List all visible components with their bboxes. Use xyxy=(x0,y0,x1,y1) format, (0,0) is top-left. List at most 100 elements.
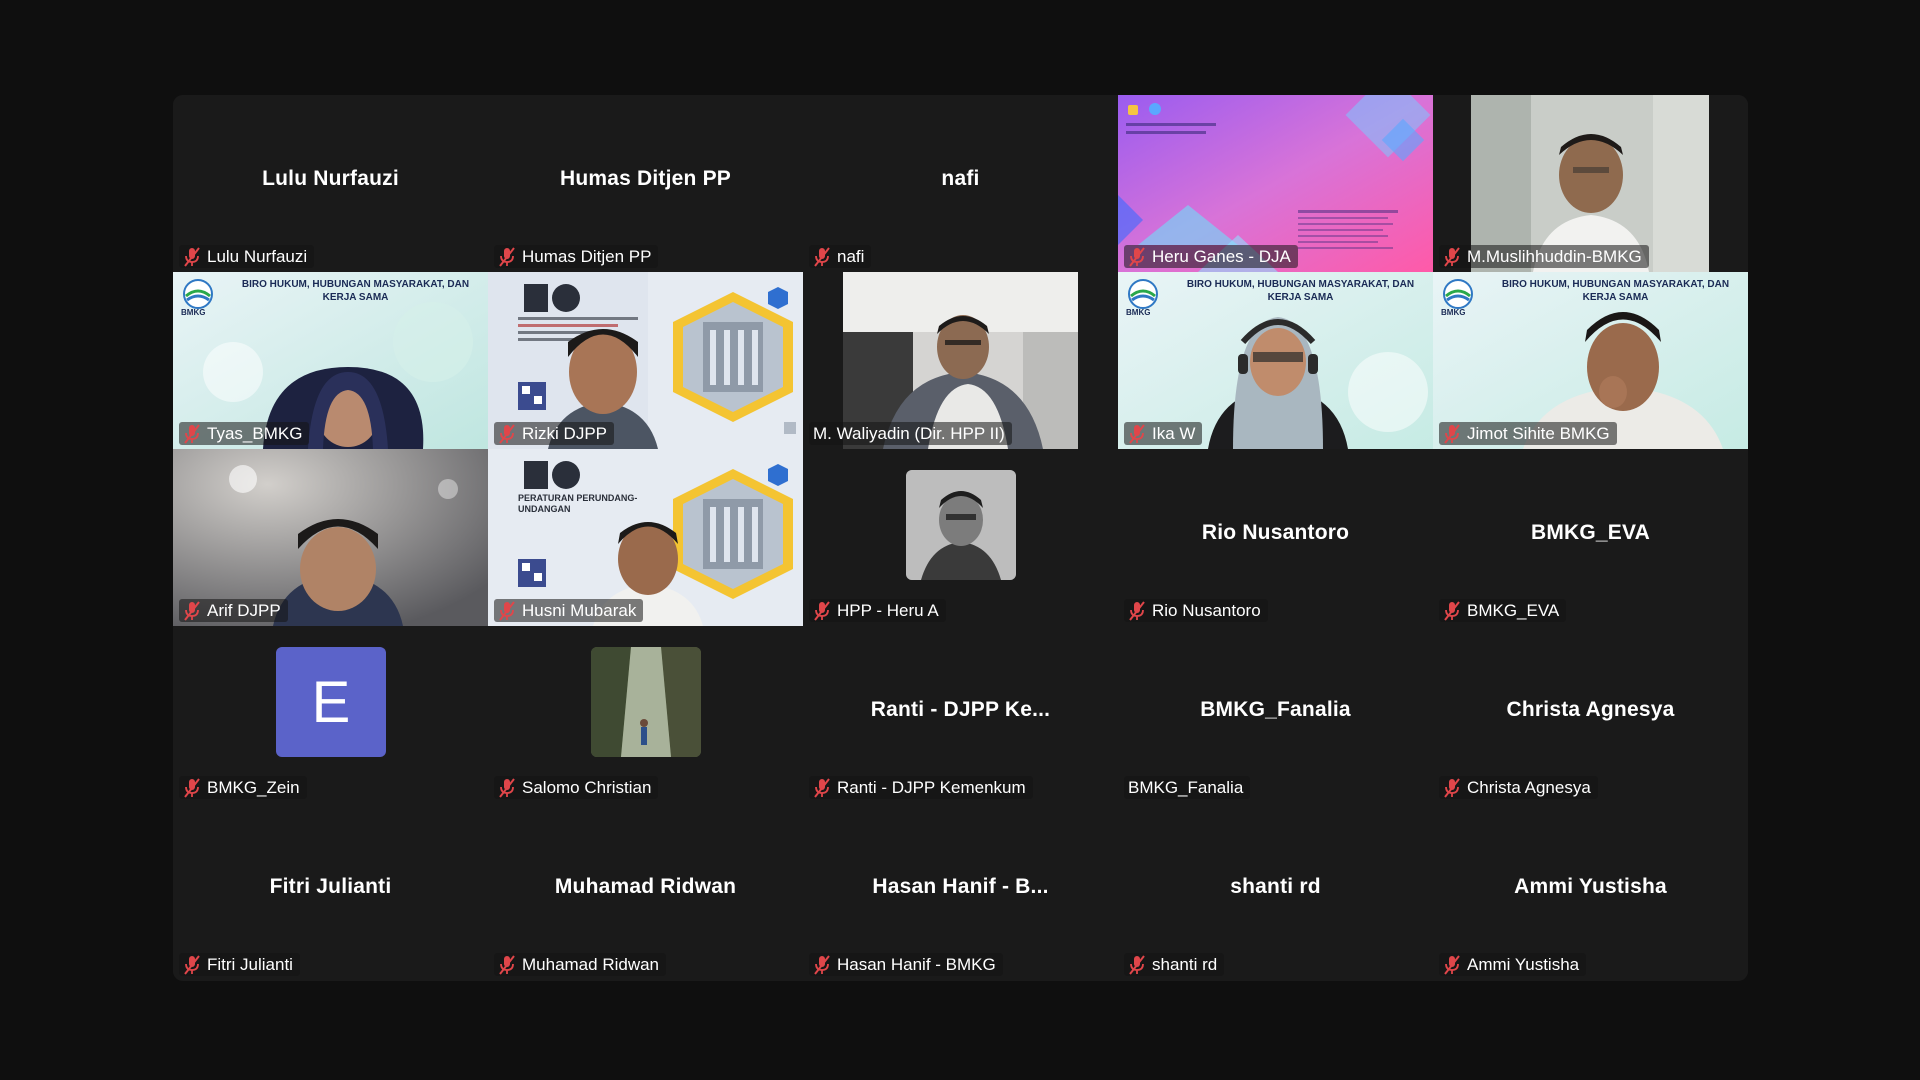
participant-display-name: Muhamad Ridwan xyxy=(554,875,737,898)
participant-name: Fitri Julianti xyxy=(207,955,293,974)
participant-tile[interactable]: E BMKG_Zein xyxy=(173,626,488,803)
participant-tile[interactable]: HPP - Heru A xyxy=(803,449,1118,626)
profile-photo xyxy=(591,647,701,757)
participant-display-name: Hasan Hanif - B... xyxy=(872,875,1049,898)
participant-tile[interactable]: Heru Ganes - DJA xyxy=(1118,95,1433,272)
bmkg-logo-label: BMKG xyxy=(1126,308,1151,317)
participant-tile[interactable]: Humas Ditjen PP Humas Ditjen PP xyxy=(488,95,803,272)
muted-mic-icon xyxy=(1443,601,1461,621)
participant-display-name: Christa Agnesya xyxy=(1506,698,1675,721)
participant-tile[interactable]: Muhamad Ridwan Muhamad Ridwan xyxy=(488,803,803,980)
bmkg-logo-label: BMKG xyxy=(1441,308,1466,317)
bmkg-logo-label: BMKG xyxy=(181,308,206,317)
participant-name-tag: Hasan Hanif - BMKG xyxy=(809,953,1003,976)
participant-tile[interactable]: BMKG BIRO HUKUM, HUBUNGAN MASYARAKAT, DA… xyxy=(1118,272,1433,449)
muted-mic-icon xyxy=(183,247,201,267)
participant-name: Jimot Sihite BMKG xyxy=(1467,424,1610,443)
muted-mic-icon xyxy=(1128,955,1146,975)
participant-display-name: Humas Ditjen PP xyxy=(559,167,732,190)
participant-name-tag: Jimot Sihite BMKG xyxy=(1439,422,1617,445)
participant-name: shanti rd xyxy=(1152,955,1218,974)
participant-tile[interactable]: Fitri Julianti Fitri Julianti xyxy=(173,803,488,980)
participant-tile[interactable]: nafi nafi xyxy=(803,95,1118,272)
participant-name-tag: M. Waliyadin (Dir. HPP II) xyxy=(809,422,1012,445)
participant-name-tag: shanti rd xyxy=(1124,953,1225,976)
background-banner: BIRO HUKUM, HUBUNGAN MASYARAKAT, DAN KER… xyxy=(1186,279,1415,303)
participant-name: Humas Ditjen PP xyxy=(522,247,652,266)
participant-tile[interactable]: Christa Agnesya Christa Agnesya xyxy=(1433,626,1748,803)
participant-name-tag: BMKG_Fanalia xyxy=(1124,776,1251,799)
muted-mic-icon xyxy=(1128,247,1146,267)
participant-name: Heru Ganes - DJA xyxy=(1152,247,1291,266)
muted-mic-icon xyxy=(183,601,201,621)
participant-display-name: shanti rd xyxy=(1230,875,1321,898)
participant-name-tag: Ranti - DJPP Kemenkum xyxy=(809,776,1033,799)
muted-mic-icon xyxy=(183,424,201,444)
participant-name: Ammi Yustisha xyxy=(1467,955,1580,974)
participant-name-tag: Ika W xyxy=(1124,422,1203,445)
participant-name: Ranti - DJPP Kemenkum xyxy=(837,778,1026,797)
participant-name: Rio Nusantoro xyxy=(1152,601,1261,620)
participant-display-name: Ranti - DJPP Ke... xyxy=(870,698,1051,721)
participant-name-tag: Heru Ganes - DJA xyxy=(1124,245,1298,268)
participant-name-tag: Muhamad Ridwan xyxy=(494,953,667,976)
participant-name-tag: Lulu Nurfauzi xyxy=(179,245,315,268)
muted-mic-icon xyxy=(1443,424,1461,444)
participant-display-name: Ammi Yustisha xyxy=(1514,875,1667,898)
participant-name-tag: Christa Agnesya xyxy=(1439,776,1598,799)
participant-name-tag: Rio Nusantoro xyxy=(1124,599,1268,622)
participant-tile[interactable]: shanti rd shanti rd xyxy=(1118,803,1433,980)
participant-name: Ika W xyxy=(1152,424,1196,443)
participant-name: M. Waliyadin (Dir. HPP II) xyxy=(813,424,1005,443)
participant-name: Arif DJPP xyxy=(207,601,281,620)
participant-tile[interactable]: BMKG_Fanalia BMKG_Fanalia xyxy=(1118,626,1433,803)
muted-mic-icon xyxy=(813,247,831,267)
participant-name-tag: Humas Ditjen PP xyxy=(494,245,659,268)
participant-tile[interactable]: BMKG BIRO HUKUM, HUBUNGAN MASYARAKAT, DA… xyxy=(173,272,488,449)
participant-name-tag: Tyas_BMKG xyxy=(179,422,310,445)
muted-mic-icon xyxy=(498,601,516,621)
participant-tile[interactable]: PERATURAN PERUNDANG-UNDANGAN Husni Mubar… xyxy=(488,449,803,626)
muted-mic-icon xyxy=(813,601,831,621)
participant-tile[interactable]: Arif DJPP xyxy=(173,449,488,626)
participant-name: Husni Mubarak xyxy=(522,601,637,620)
participant-tile[interactable]: Salomo Christian xyxy=(488,626,803,803)
participant-tile[interactable]: M.Muslihhuddin-BMKG xyxy=(1433,95,1748,272)
participant-name: BMKG_Zein xyxy=(207,778,300,797)
participant-name-tag: Arif DJPP xyxy=(179,599,288,622)
muted-mic-icon xyxy=(1443,955,1461,975)
participant-name-tag: nafi xyxy=(809,245,872,268)
participant-name-tag: Salomo Christian xyxy=(494,776,659,799)
participant-name: Salomo Christian xyxy=(522,778,652,797)
muted-mic-icon xyxy=(498,778,516,798)
participant-tile-active-speaker[interactable]: M. Waliyadin (Dir. HPP II) xyxy=(803,272,1118,449)
participant-name-tag: Husni Mubarak xyxy=(494,599,644,622)
participant-tile[interactable]: BMKG BIRO HUKUM, HUBUNGAN MASYARAKAT, DA… xyxy=(1433,272,1748,449)
avatar: E xyxy=(276,647,386,757)
muted-mic-icon xyxy=(1128,601,1146,621)
participant-tile[interactable]: Rio Nusantoro Rio Nusantoro xyxy=(1118,449,1433,626)
muted-mic-icon xyxy=(813,778,831,798)
meeting-window: Lulu Nurfauzi Lulu Nurfauzi Humas Ditjen… xyxy=(0,0,1920,1080)
participant-name: Rizki DJPP xyxy=(522,424,608,443)
participant-tile[interactable]: Lulu Nurfauzi Lulu Nurfauzi xyxy=(173,95,488,272)
background-banner: BIRO HUKUM, HUBUNGAN MASYARAKAT, DAN KER… xyxy=(1501,279,1730,303)
participant-name-tag: Rizki DJPP xyxy=(494,422,615,445)
participant-tile[interactable]: Hasan Hanif - B... Hasan Hanif - BMKG xyxy=(803,803,1118,980)
participant-tile[interactable]: BMKG_EVA BMKG_EVA xyxy=(1433,449,1748,626)
participant-name: Tyas_BMKG xyxy=(207,424,303,443)
participant-display-name: Rio Nusantoro xyxy=(1201,521,1350,544)
participant-name: HPP - Heru A xyxy=(837,601,939,620)
participant-tile[interactable]: Ammi Yustisha Ammi Yustisha xyxy=(1433,803,1748,980)
muted-mic-icon xyxy=(498,424,516,444)
participant-name: BMKG_EVA xyxy=(1467,601,1560,620)
participant-tile[interactable]: Ranti - DJPP Ke... Ranti - DJPP Kemenkum xyxy=(803,626,1118,803)
muted-mic-icon xyxy=(183,955,201,975)
participant-tile[interactable]: Rizki DJPP xyxy=(488,272,803,449)
participant-display-name: Lulu Nurfauzi xyxy=(262,167,399,190)
participant-display-name: BMKG_Fanalia xyxy=(1200,698,1351,721)
profile-photo xyxy=(906,470,1016,580)
participant-name-tag: M.Muslihhuddin-BMKG xyxy=(1439,245,1649,268)
muted-mic-icon xyxy=(498,955,516,975)
gallery-grid: Lulu Nurfauzi Lulu Nurfauzi Humas Ditjen… xyxy=(173,95,1748,981)
